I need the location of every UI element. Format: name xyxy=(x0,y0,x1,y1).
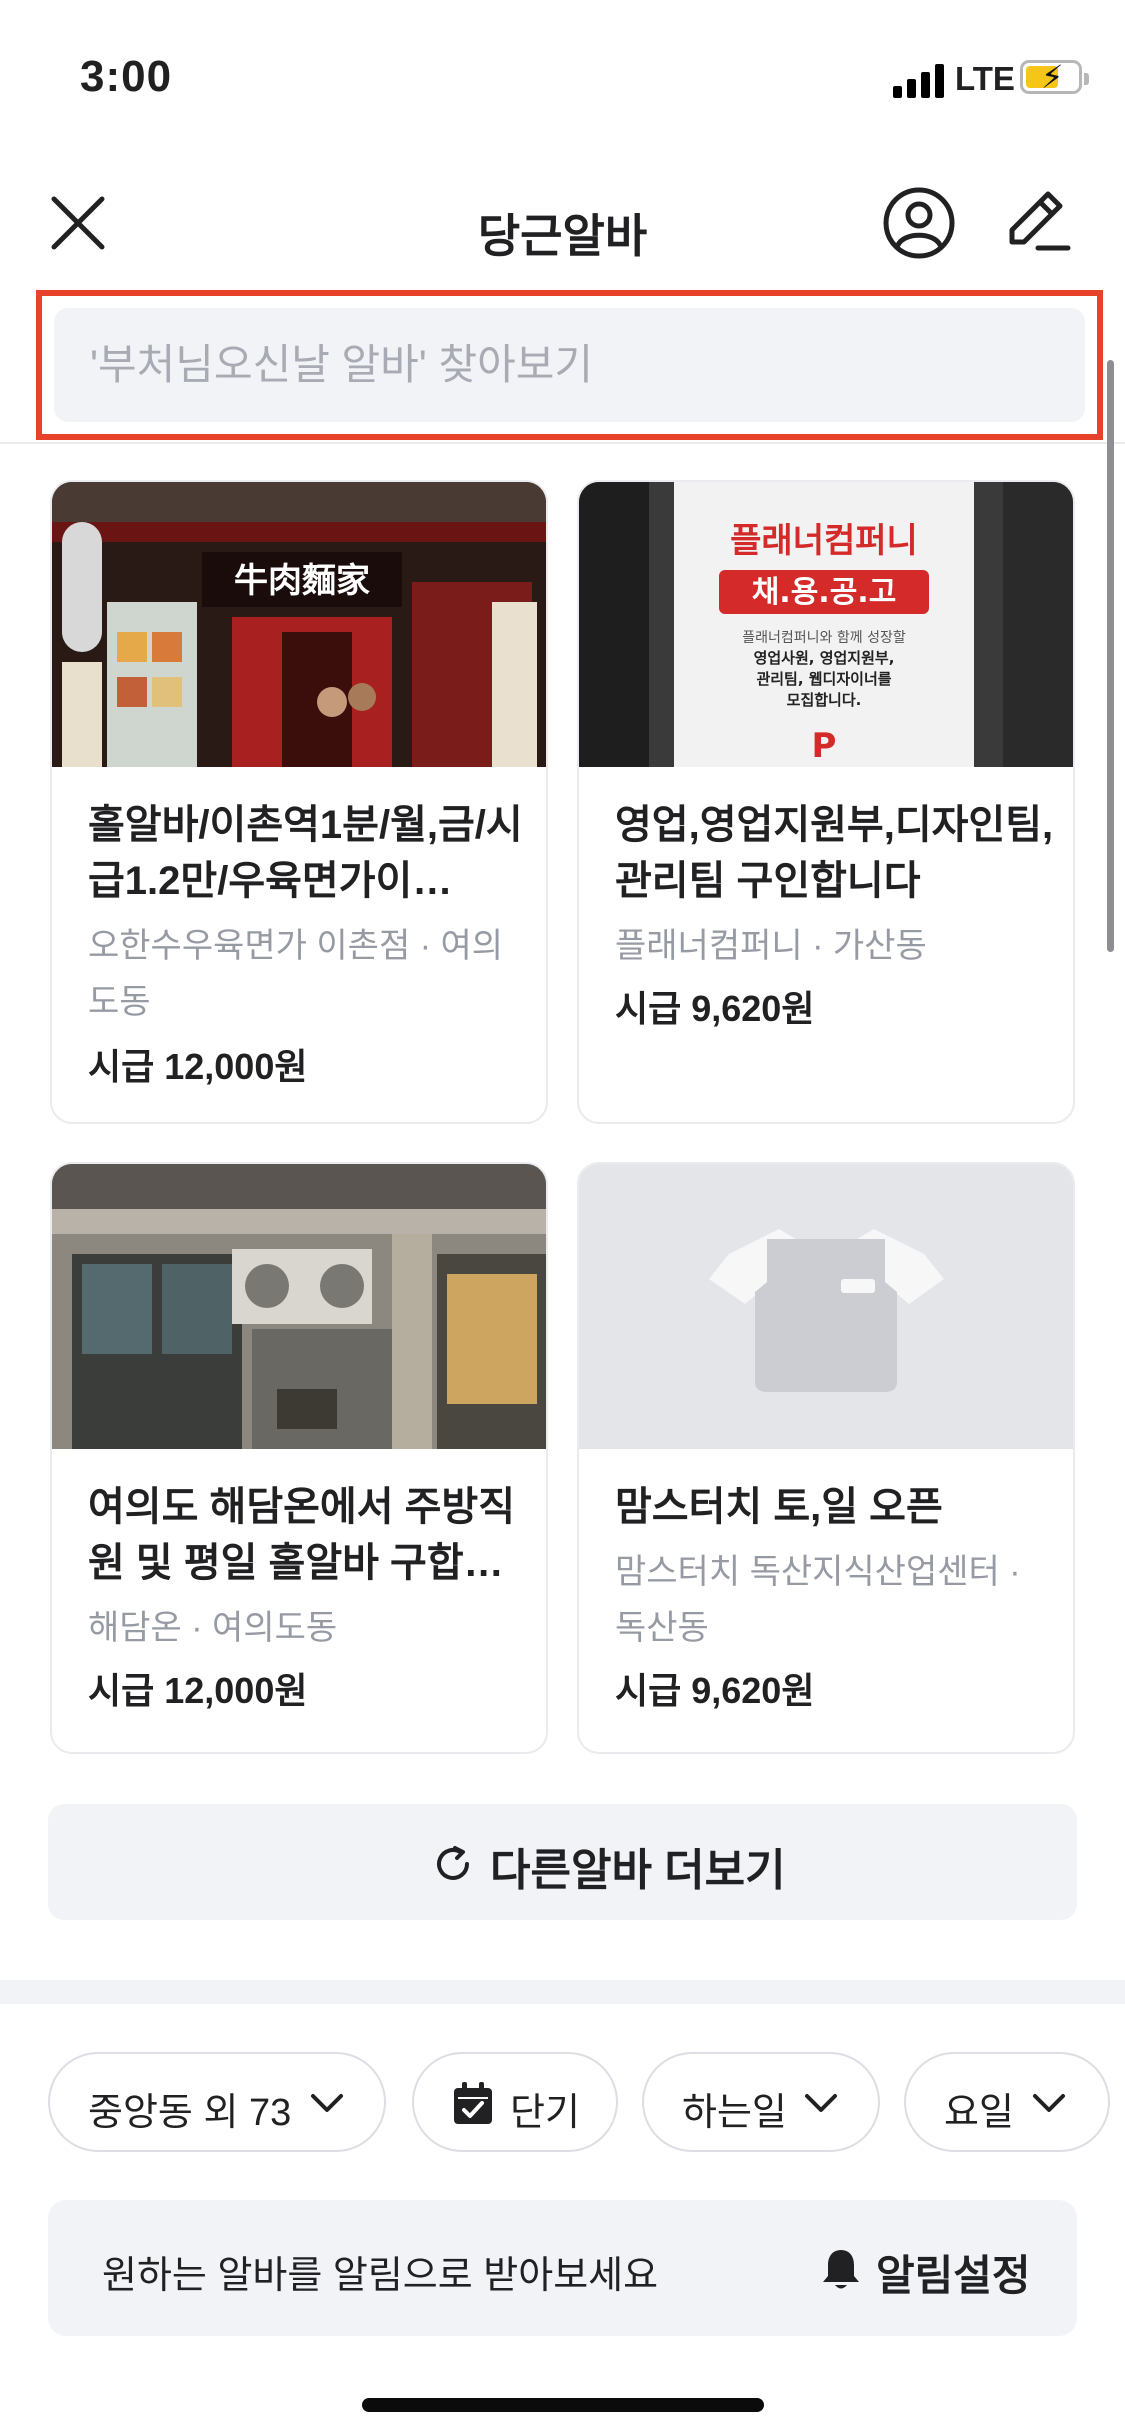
job-card[interactable]: 牛肉麵家 홀알바/이촌역1분/월,금/시급1.2만/우육면가이… 오한수우육면가… xyxy=(50,480,548,1124)
section-divider xyxy=(0,1980,1125,2004)
job-card[interactable]: 여의도 해담온에서 주방직원 및 평일 홀알바 구합… 해담온 · 여의도동 시… xyxy=(50,1162,548,1754)
filter-chip-day[interactable]: 요일 xyxy=(904,2052,1110,2152)
profile-icon[interactable] xyxy=(878,182,960,264)
filter-chip-label: 중앙동 외 73 xyxy=(88,2092,292,2134)
filter-chip-short-term[interactable]: 단기 xyxy=(412,2052,618,2152)
job-meta: 오한수우육면가 이촌점 · 여의도동 xyxy=(88,927,504,1021)
job-meta: 맘스터치 독산지식산업센터 · 독산동 xyxy=(615,1553,1021,1647)
scrollbar[interactable] xyxy=(1107,360,1114,952)
job-card[interactable]: 플래너컴퍼니 채.용.공.고 플래너컴퍼니와 함께 성장할 영업사원, 영업지원… xyxy=(577,480,1075,1124)
chevron-down-icon xyxy=(1033,2094,1065,2112)
home-indicator[interactable] xyxy=(362,2398,764,2412)
job-image-poster: 플래너컴퍼니 채.용.공.고 플래너컴퍼니와 함께 성장할 영업사원, 영업지원… xyxy=(579,482,1073,767)
job-meta: 플래너컴퍼니 · 가산동 xyxy=(615,927,927,965)
poster-line: 영업사원, 영업지원부, xyxy=(754,649,895,667)
job-wage: 시급 12,000원 xyxy=(88,1046,308,1087)
filter-chip-label: 하는일 xyxy=(682,2092,787,2134)
bell-icon[interactable] xyxy=(820,2246,862,2292)
job-wage: 시급 12,000원 xyxy=(88,1670,308,1711)
filter-chip-label: 요일 xyxy=(944,2092,1014,2134)
job-title: 여의도 해담온에서 주방직원 및 평일 홀알바 구합… xyxy=(88,1485,516,1585)
job-wage: 시급 9,620원 xyxy=(615,988,815,1029)
job-card[interactable]: 맘스터치 토,일 오픈 맘스터치 독산지식산업센터 · 독산동 시급 9,620… xyxy=(577,1162,1075,1754)
apron-placeholder-icon xyxy=(579,1164,1073,1449)
job-image-restaurant: 牛肉麵家 xyxy=(52,482,546,767)
chevron-down-icon xyxy=(805,2094,837,2112)
poster-logo: P xyxy=(812,726,837,766)
alert-settings-button[interactable]: 알림설정 xyxy=(876,2242,1031,2303)
more-jobs-label: 다른알바 더보기 xyxy=(490,1846,786,1895)
battery-charging-icon: ⚡ xyxy=(1020,60,1089,94)
divider xyxy=(0,442,1125,444)
refresh-icon xyxy=(437,1846,469,1880)
restaurant-sign-text: 牛肉麵家 xyxy=(234,561,370,601)
status-bar: 3:00 LTE ⚡ xyxy=(0,0,1125,150)
network-label: LTE xyxy=(955,60,1015,97)
job-title: 홀알바/이촌역1분/월,금/시급1.2만/우육면가이… xyxy=(88,803,523,903)
poster-line: 관리팀, 웹디자이너를 xyxy=(756,670,891,688)
calendar-check-icon xyxy=(454,2082,492,2124)
poster-line: 플래너컴퍼니와 함께 성장할 xyxy=(742,630,906,646)
header: 당근알바 xyxy=(0,160,1125,280)
edit-icon[interactable] xyxy=(998,182,1078,262)
signal-icon xyxy=(893,64,945,98)
status-time: 3:00 xyxy=(80,52,173,101)
job-meta: 해담온 · 여의도동 xyxy=(88,1609,338,1647)
chevron-down-icon xyxy=(311,2094,343,2112)
more-jobs-button[interactable]: 다른알바 더보기 xyxy=(48,1804,1077,1920)
poster-banner: 채.용.공.고 xyxy=(752,575,897,610)
alert-text: 원하는 알바를 알림으로 받아보세요 xyxy=(102,2255,659,2297)
filter-chip-label: 단기 xyxy=(510,2092,580,2134)
job-title: 영업,영업지원부,디자인팀,관리팀 구인합니다 xyxy=(615,803,1054,903)
job-image-building xyxy=(52,1164,546,1449)
search-highlight-frame xyxy=(36,290,1103,440)
job-title: 맘스터치 토,일 오픈 xyxy=(615,1485,943,1529)
poster-company: 플래너컴퍼니 xyxy=(730,521,918,561)
filter-chip-location[interactable]: 중앙동 외 73 xyxy=(48,2052,386,2152)
poster-line: 모집합니다. xyxy=(787,691,862,709)
job-alert-banner: 원하는 알바를 알림으로 받아보세요 알림설정 xyxy=(48,2200,1077,2336)
job-wage: 시급 9,620원 xyxy=(615,1670,815,1711)
search-input[interactable] xyxy=(54,308,1085,422)
filter-chip-job-type[interactable]: 하는일 xyxy=(642,2052,880,2152)
